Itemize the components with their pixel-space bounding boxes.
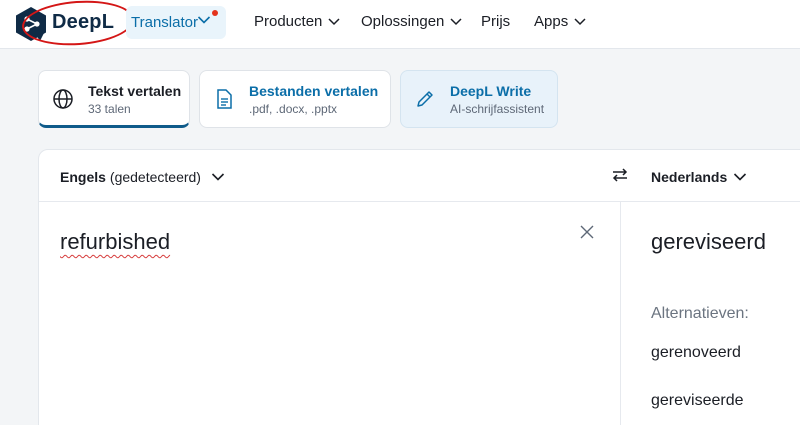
source-language-select[interactable]: Engels (gedetecteerd) [60, 169, 225, 185]
nav-producten[interactable]: Producten [254, 13, 340, 30]
target-language-select[interactable]: Nederlands [651, 169, 747, 185]
translator-panel: Engels (gedetecteerd) Nederlands refurbi… [38, 149, 800, 425]
tab-text-translate-title: Tekst vertalen [88, 83, 182, 99]
tab-text-translate-subtitle: 33 talen [88, 102, 131, 116]
source-text-input[interactable]: refurbished [60, 229, 170, 255]
chevron-down-icon [211, 173, 225, 181]
target-language-name: Nederlands [651, 169, 728, 185]
nav-producten-label: Producten [254, 13, 323, 30]
language-bar: Engels (gedetecteerd) Nederlands [39, 150, 800, 202]
nav-prijs-label: Prijs [481, 13, 511, 30]
tab-deepl-write-subtitle: AI-schrijfassistent [450, 102, 545, 116]
swap-arrows-icon[interactable] [610, 165, 630, 185]
tab-deepl-write-title: DeepL Write [450, 83, 532, 99]
chevron-down-icon [574, 18, 586, 26]
source-language-name: Engels [60, 169, 106, 185]
tab-deepl-write[interactable]: DeepL Write AI-schrijfassistent [400, 70, 558, 128]
panel-divider [620, 202, 621, 425]
source-language-detected: (gedetecteerd) [109, 169, 201, 185]
tab-file-translate[interactable]: Bestanden vertalen .pdf, .docx, .pptx [199, 70, 391, 128]
nav-oplossingen-label: Oplossingen [361, 13, 445, 30]
translator-menu-label[interactable]: Translator [131, 14, 198, 31]
document-icon [217, 89, 232, 109]
alternatives-label: Alternatieven: [651, 305, 749, 322]
tab-text-translate[interactable]: Tekst vertalen 33 talen [38, 70, 190, 128]
nav-apps[interactable]: Apps [534, 13, 586, 30]
tab-file-translate-subtitle: .pdf, .docx, .pptx [249, 102, 338, 116]
chevron-down-icon [328, 18, 340, 26]
pencil-icon [417, 91, 433, 107]
tab-file-translate-title: Bestanden vertalen [249, 83, 379, 99]
chevron-down-icon [450, 18, 462, 26]
close-icon[interactable] [580, 225, 594, 239]
nav-oplossingen[interactable]: Oplossingen [361, 13, 462, 30]
notification-dot [212, 10, 218, 16]
alternative-item[interactable]: gerenoveerd [651, 344, 741, 362]
translation-output[interactable]: gereviseerd [651, 229, 766, 255]
alternative-item[interactable]: gereviseerde [651, 392, 744, 410]
top-navigation: DeepL Translator Producten Oplossingen P… [0, 0, 800, 49]
nav-prijs[interactable]: Prijs [481, 13, 510, 30]
nav-apps-label: Apps [534, 13, 569, 30]
chevron-down-icon [734, 173, 747, 181]
chevron-down-icon[interactable] [197, 15, 211, 25]
globe-icon [53, 89, 73, 109]
